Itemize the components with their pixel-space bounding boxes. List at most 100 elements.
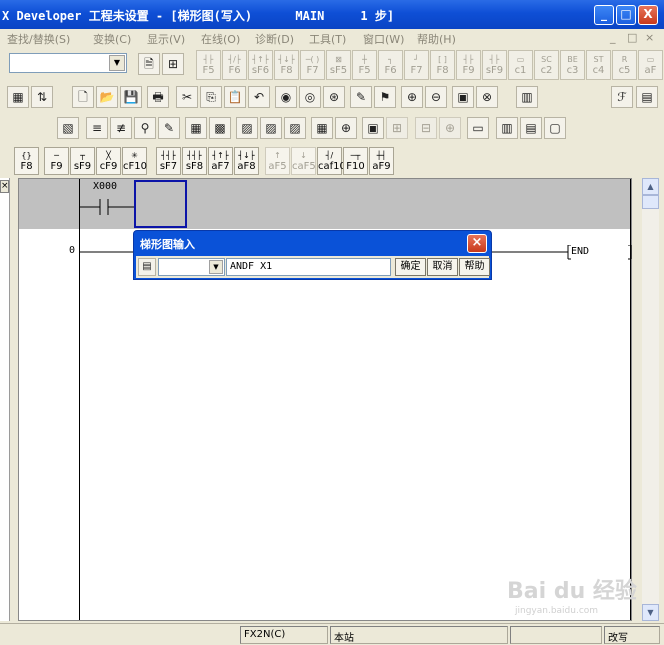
fkey-button[interactable]: [ ] F8	[430, 50, 455, 80]
child-restore-button[interactable]: □	[627, 31, 637, 44]
toolbar-icon[interactable]: ⊟	[415, 117, 437, 139]
ok-button[interactable]: 确定	[395, 258, 426, 276]
fkey-button[interactable]: ┼ F5	[352, 50, 377, 80]
fkey-button[interactable]: BE c3	[560, 50, 585, 80]
toolbar-icon[interactable]: ≢	[110, 117, 132, 139]
child-close-button[interactable]: ×	[645, 31, 654, 44]
toolbar-icon[interactable]: ⊕	[335, 117, 357, 139]
ladder-key-button[interactable]: ┼┤ aF9	[369, 147, 394, 175]
toolbar-icon[interactable]: 📋	[224, 86, 246, 108]
instruction-input[interactable]: ANDF X1	[226, 258, 391, 276]
help-button[interactable]: 帮助	[459, 258, 490, 276]
toolbar-icon[interactable]: ▦	[311, 117, 333, 139]
fkey-button[interactable]: ⊠ sF5	[326, 50, 351, 80]
minimize-button[interactable]: _	[594, 5, 614, 25]
toolbar-icon[interactable]: ▥	[516, 86, 538, 108]
scroll-up-icon[interactable]: ▲	[642, 178, 659, 195]
toolbar-icon[interactable]: 📂	[96, 86, 118, 108]
project-combo[interactable]: ▼	[9, 53, 127, 73]
menu-window[interactable]: 窗口(W)	[363, 31, 404, 47]
program-list-icon[interactable]: 🗎	[138, 53, 160, 75]
fkey-button[interactable]: ┤↓├ F8	[274, 50, 299, 80]
fkey-button[interactable]: ─( ) F7	[300, 50, 325, 80]
ladder-key-button[interactable]: ↑ aF5	[265, 147, 290, 175]
fkey-button[interactable]: ┘ F7	[404, 50, 429, 80]
toolbar-icon[interactable]: 💾	[120, 86, 142, 108]
toolbar-icon[interactable]: ⇅	[31, 86, 53, 108]
toolbar-icon[interactable]: ▦	[185, 117, 207, 139]
menu-online[interactable]: 在线(O)	[201, 31, 240, 47]
toolbar-icon[interactable]: ▢	[544, 117, 566, 139]
fkey-button[interactable]: ┤/├ F6	[222, 50, 247, 80]
scroll-down-icon[interactable]: ▼	[642, 604, 659, 621]
vertical-scrollbar[interactable]: ▲ ▼	[642, 178, 659, 621]
ladder-key-button[interactable]: ┤┤├ sF8	[182, 147, 207, 175]
toolbar-icon[interactable]: ✎	[350, 86, 372, 108]
ladder-key-button[interactable]: ┤/caf10	[317, 147, 346, 175]
close-panel-icon[interactable]: ×	[0, 180, 9, 193]
ladder-key-button[interactable]: ┤↓├ aF8	[234, 147, 259, 175]
fkey-button[interactable]: ST c4	[586, 50, 611, 80]
toolbar-icon[interactable]: ▤	[636, 86, 658, 108]
ladder-key-button[interactable]: ↓ caF5	[291, 147, 316, 175]
toolbar-icon[interactable]: ▦	[7, 86, 29, 108]
fkey-button[interactable]: SC c2	[534, 50, 559, 80]
fkey-button[interactable]: ┐ F6	[378, 50, 403, 80]
menu-convert[interactable]: 变换(C)	[93, 31, 131, 47]
toolbar-icon[interactable]: ◎	[299, 86, 321, 108]
toolbar-icon[interactable]: ⎘	[200, 86, 222, 108]
ladder-key-button[interactable]: ┤↑├ aF7	[208, 147, 233, 175]
fkey-button[interactable]: ┤├ F5	[196, 50, 221, 80]
toolbar-icon[interactable]: ↶	[248, 86, 270, 108]
toolbar-icon[interactable]: ⊕	[439, 117, 461, 139]
toolbar-icon[interactable]: ▣	[362, 117, 384, 139]
fkey-button[interactable]: ┤↑├ sF6	[248, 50, 273, 80]
chevron-down-icon[interactable]: ▼	[109, 55, 125, 71]
menu-tools[interactable]: 工具(T)	[309, 31, 346, 47]
toolbar-icon[interactable]: 🗋	[72, 86, 94, 108]
toolbar-icon[interactable]: ⚲	[134, 117, 156, 139]
menu-help[interactable]: 帮助(H)	[417, 31, 456, 47]
toolbar-icon[interactable]: ▭	[467, 117, 489, 139]
dialog-close-button[interactable]: ×	[467, 234, 487, 253]
toolbar-icon[interactable]: ≡	[86, 117, 108, 139]
toolbar-icon[interactable]: ▤	[520, 117, 542, 139]
scroll-thumb[interactable]	[642, 195, 659, 209]
ladder-key-button[interactable]: ─┬ F10	[343, 147, 368, 175]
toolbar-icon[interactable]: ▨	[236, 117, 258, 139]
toolbar-icon[interactable]: ▣	[452, 86, 474, 108]
fkey-button[interactable]: ▭ aF	[638, 50, 663, 80]
instruction-type-select[interactable]: ▼	[158, 258, 225, 276]
toolbar-icon[interactable]: ▨	[284, 117, 306, 139]
toolbar-icon[interactable]: ✂	[176, 86, 198, 108]
chevron-down-icon[interactable]: ▼	[209, 260, 223, 274]
menu-find-replace[interactable]: 查找/替换(S)	[7, 31, 70, 47]
toolbar-icon[interactable]: ⊕	[401, 86, 423, 108]
toolbar-icon[interactable]: ◉	[275, 86, 297, 108]
ladder-key-button[interactable]: ✳ cF10	[122, 147, 147, 175]
toolbar-icon[interactable]: ⚑	[374, 86, 396, 108]
ladder-key-button[interactable]: ┤┤├ sF7	[156, 147, 181, 175]
instruction-icon[interactable]: ▤	[138, 258, 156, 276]
fkey-button[interactable]: ┤├ F9	[456, 50, 481, 80]
toolbar-icon[interactable]: ▥	[496, 117, 518, 139]
toolbar-icon[interactable]: ℱ	[611, 86, 633, 108]
close-button[interactable]: X	[638, 5, 658, 25]
cancel-button[interactable]: 取消	[427, 258, 458, 276]
toolbar-icon[interactable]: ⊗	[476, 86, 498, 108]
fkey-button[interactable]: Rc5	[612, 50, 637, 80]
maximize-button[interactable]: □	[616, 5, 636, 25]
toolbar-icon[interactable]: ⊛	[323, 86, 345, 108]
tree-view-icon[interactable]: ⊞	[162, 53, 184, 75]
child-minimize-button[interactable]: _	[610, 31, 616, 44]
fkey-button[interactable]: ▭ c1	[508, 50, 533, 80]
toolbar-icon[interactable]: 🖶	[147, 86, 169, 108]
ladder-key-button[interactable]: ┬ sF9	[70, 147, 95, 175]
toolbar-icon[interactable]: ▧	[57, 117, 79, 139]
ladder-key-button[interactable]: {} F8	[14, 147, 39, 175]
toolbar-icon[interactable]: ▨	[260, 117, 282, 139]
toolbar-icon[interactable]: ▩	[209, 117, 231, 139]
fkey-button[interactable]: ┤├ sF9	[482, 50, 507, 80]
toolbar-icon[interactable]: ⊖	[425, 86, 447, 108]
ladder-key-button[interactable]: ╳ cF9	[96, 147, 121, 175]
